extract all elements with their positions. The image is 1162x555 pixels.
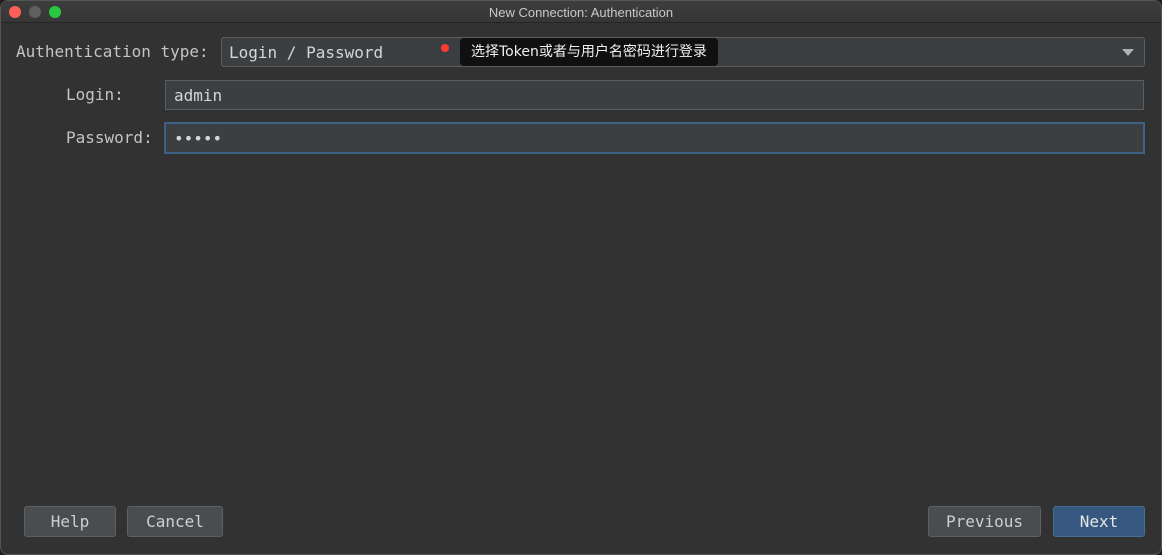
login-input[interactable]: admin: [165, 80, 1144, 110]
previous-button[interactable]: Previous: [928, 506, 1041, 537]
cancel-button[interactable]: Cancel: [127, 506, 223, 537]
auth-type-label: Authentication type:: [16, 42, 209, 61]
auth-type-value: Login / Password: [229, 43, 384, 62]
password-label: Password:: [66, 128, 153, 147]
dropdown-arrow-icon[interactable]: [1122, 49, 1134, 56]
help-button[interactable]: Help: [24, 506, 116, 537]
title-bar[interactable]: New Connection: Authentication: [1, 1, 1161, 23]
annotation-tooltip: 选择Token或者与用户名密码进行登录: [460, 38, 718, 66]
window-title: New Connection: Authentication: [488, 5, 674, 20]
annotation-dot-icon: [441, 44, 449, 52]
password-input[interactable]: •••••: [164, 122, 1145, 154]
next-button[interactable]: Next: [1053, 506, 1145, 537]
dialog-window: New Connection: Authentication Authentic…: [0, 0, 1162, 555]
login-label: Login:: [66, 85, 124, 104]
